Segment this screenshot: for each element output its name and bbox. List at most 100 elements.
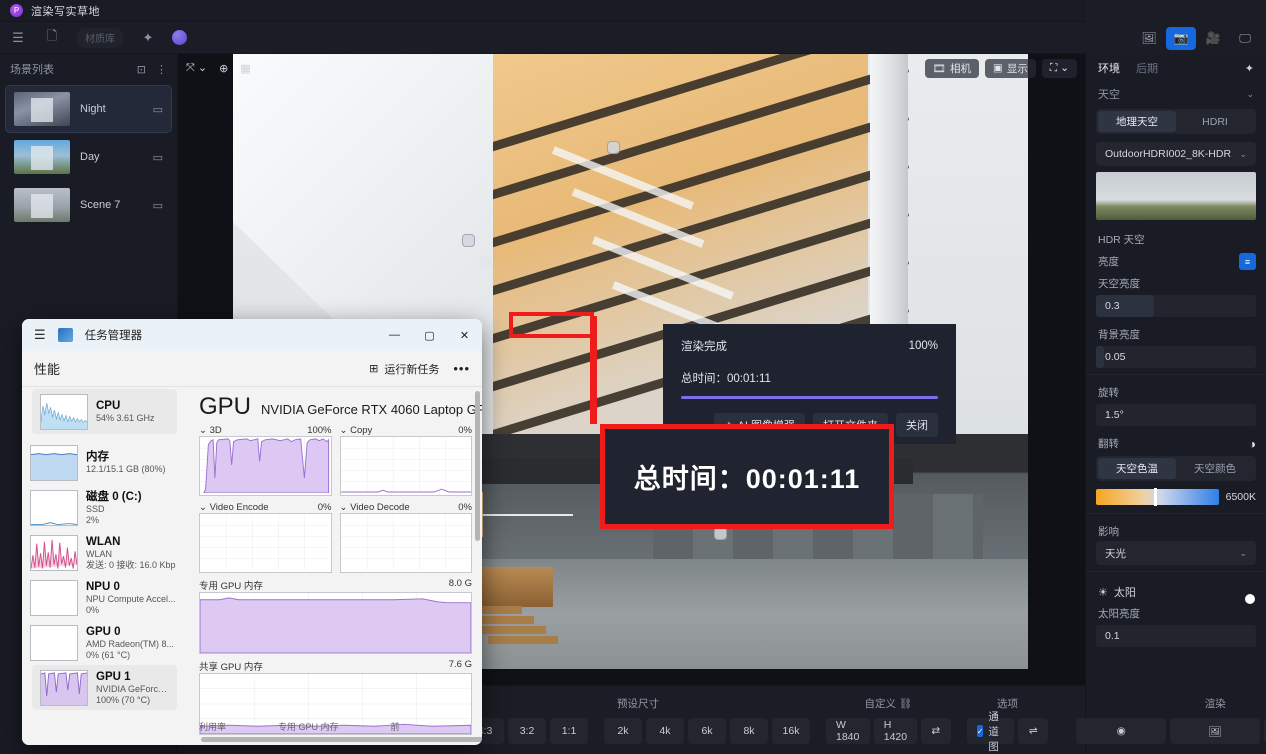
sky-brightness-input[interactable]: 0.3 — [1096, 295, 1256, 317]
width-input[interactable]: W 1840 — [826, 718, 870, 744]
chevron-down-icon[interactable]: ⌄ — [340, 502, 351, 513]
sky-brightness-label: 天空亮度 — [1086, 272, 1266, 293]
perf-item-name: 磁盘 0 (C:) — [86, 490, 142, 504]
tm-maximize-button[interactable]: ▢ — [412, 319, 447, 351]
camera-small-icon[interactable]: ▭ — [153, 199, 163, 212]
size-16k-button[interactable]: 16k — [772, 718, 810, 744]
new-task-icon: ⊞ — [369, 362, 378, 375]
perf-item-memory[interactable]: 内存 12.1/15.1 GB (80%) — [22, 440, 187, 485]
perf-item-disk0[interactable]: 磁盘 0 (C:) SSD 2% — [22, 485, 187, 530]
chevron-down-icon[interactable]: ⌄ — [199, 425, 210, 436]
sun-brightness-input[interactable]: 0.1 — [1096, 625, 1256, 647]
camera-chip-label: 相机 — [950, 61, 971, 76]
display-chip-label: 显示 — [1007, 61, 1028, 76]
influence-dropdown[interactable]: 天光 ⌄ — [1096, 541, 1256, 565]
chart-label-video-decode: Video Decode — [350, 502, 410, 513]
axis-gizmo-icon[interactable]: ⤧ ⌄ — [186, 61, 207, 75]
hdr-sky-label: HDR 天空 — [1086, 228, 1266, 249]
link-icon[interactable]: ⛓ — [899, 698, 912, 710]
perf-item-npu0[interactable]: NPU 0 NPU Compute Accel... 0% — [22, 575, 187, 620]
perf-item-name: NPU 0 — [86, 580, 176, 594]
size-4k-button[interactable]: 4k — [646, 718, 684, 744]
chevron-down-icon[interactable]: ⌄ — [199, 502, 210, 513]
scene-item-night[interactable]: Night ▭ — [6, 86, 171, 132]
rotation-input[interactable]: 1.5° — [1096, 404, 1256, 426]
tm-minimize-button[interactable]: — — [377, 319, 412, 351]
more-horizontal-icon[interactable]: ••• — [453, 361, 470, 376]
height-input[interactable]: H 1420 — [874, 718, 917, 744]
perf-item-sub2: 2% — [86, 515, 142, 526]
user-avatar[interactable] — [172, 30, 187, 45]
chevron-down-icon: ⌄ — [1246, 89, 1254, 100]
sky-color-tab[interactable]: 天空颜色 — [1176, 458, 1254, 479]
render-dialog-title: 渲染完成 — [681, 338, 727, 354]
bg-brightness-label: 背景亮度 — [1086, 323, 1266, 344]
image-add-icon[interactable]: 🖼 — [1134, 27, 1164, 50]
sliders-icon[interactable]: ⇌ — [1018, 718, 1048, 744]
grid-icon[interactable]: ▦ — [240, 62, 250, 75]
contrast-circle-icon[interactable]: ◑ — [1249, 437, 1256, 451]
scene-item-scene7[interactable]: Scene 7 ▭ — [6, 182, 171, 228]
chevron-down-icon[interactable]: ⌄ — [340, 425, 351, 436]
sliders-icon[interactable]: ≡ — [1239, 253, 1256, 270]
ratio-3-2-button[interactable]: 3:2 — [508, 718, 546, 744]
video-camera-icon[interactable]: 🎥 — [1198, 27, 1228, 50]
bg-brightness-input[interactable]: 0.05 — [1096, 346, 1256, 368]
sky-mode-hdri[interactable]: HDRI — [1176, 111, 1254, 132]
layout-icon[interactable]: ⛶ ⌄ — [1042, 59, 1077, 78]
footer-label-1: 专用 GPU 内存 — [278, 720, 339, 733]
horizontal-scrollbar[interactable] — [201, 737, 482, 742]
material-library-button[interactable]: 材质库 — [76, 28, 124, 48]
channel-map-checkbox[interactable]: ✓ 通道图 — [967, 718, 1015, 744]
camera-icon[interactable]: 📷 — [1166, 27, 1196, 50]
size-2k-button[interactable]: 2k — [604, 718, 642, 744]
tab-postprocess[interactable]: 后期 — [1136, 60, 1158, 76]
globe-icon[interactable]: ⊕ — [219, 62, 228, 75]
color-temperature-slider[interactable]: 6500K — [1096, 489, 1256, 505]
tab-environment[interactable]: 环境 — [1098, 60, 1120, 76]
tm-close-button[interactable]: ✕ — [447, 319, 482, 351]
sky-section-label: 天空 — [1098, 86, 1120, 102]
sky-section-header[interactable]: 天空 ⌄ — [1086, 82, 1266, 106]
camera-chip-button[interactable]: 🎞 相机 — [925, 59, 979, 78]
hdri-preset-dropdown[interactable]: OutdoorHDRI002_8K-HDR ⌄ — [1096, 142, 1256, 166]
size-6k-button[interactable]: 6k — [688, 718, 726, 744]
perf-item-sub: NVIDIA GeForce RT... — [96, 684, 169, 695]
perf-item-cpu[interactable]: CPU 54% 3.61 GHz — [32, 389, 177, 434]
sky-color-temp-tab[interactable]: 天空色温 — [1098, 458, 1176, 479]
camera-small-icon[interactable]: ▭ — [153, 151, 163, 164]
perf-item-gpu0[interactable]: GPU 0 AMD Radeon(TM) 8... 0% (61 °C) — [22, 620, 187, 665]
ratio-1-1-button[interactable]: 1:1 — [550, 718, 588, 744]
scene-item-day[interactable]: Day ▭ — [6, 134, 171, 180]
hamburger-menu-icon[interactable]: ☰ — [34, 327, 46, 343]
sky-color-mode-segmented: 天空色温 天空颜色 — [1096, 456, 1256, 481]
perf-item-sub: AMD Radeon(TM) 8... — [86, 639, 174, 650]
ai-sparkle-icon[interactable]: ✦ — [138, 28, 158, 48]
perf-item-sub: SSD — [86, 504, 142, 515]
camera-small-icon[interactable]: ▭ — [153, 103, 163, 116]
file-icon[interactable]: 🗋 — [42, 28, 62, 48]
hdri-preview-image — [1096, 172, 1256, 220]
display-chip-button[interactable]: ▣ 显示 — [985, 59, 1036, 78]
more-vertical-icon[interactable]: ⋮ — [156, 63, 167, 76]
sky-mode-geo[interactable]: 地理天空 — [1098, 111, 1176, 132]
perf-item-wlan[interactable]: WLAN WLAN 发送: 0 接收: 16.0 Kbp — [22, 530, 187, 575]
render-image-icon[interactable]: 🖼 — [1170, 718, 1260, 744]
vertical-scrollbar[interactable] — [475, 391, 480, 541]
render-progress-percent: 100% — [909, 340, 938, 352]
perf-item-gpu1[interactable]: GPU 1 NVIDIA GeForce RT... 100% (70 °C) — [32, 665, 177, 710]
memory-mini-graph — [30, 445, 78, 481]
close-dialog-button[interactable]: 关闭 — [896, 413, 938, 437]
add-scene-icon[interactable]: ⊡ — [137, 63, 146, 76]
hamburger-menu-icon[interactable]: ☰ — [8, 28, 28, 48]
swap-icon[interactable]: ⇄ — [921, 718, 951, 744]
render-group: 渲染 ◉ 🖼 ✕ — [1068, 696, 1266, 754]
shared-memory-label: 共享 GPU 内存 — [199, 659, 263, 673]
run-new-task-button[interactable]: ⊞ 运行新任务 — [369, 361, 439, 377]
brightness-row: 亮度 ≡ — [1086, 249, 1266, 272]
ai-sparkle-icon[interactable]: ✦ — [1245, 62, 1254, 75]
size-8k-button[interactable]: 8k — [730, 718, 768, 744]
panorama-icon[interactable]: 🖵 — [1230, 27, 1260, 50]
render-total-time: 总时间：00:01:11 — [681, 370, 938, 386]
aperture-icon[interactable]: ◉ — [1076, 718, 1166, 744]
